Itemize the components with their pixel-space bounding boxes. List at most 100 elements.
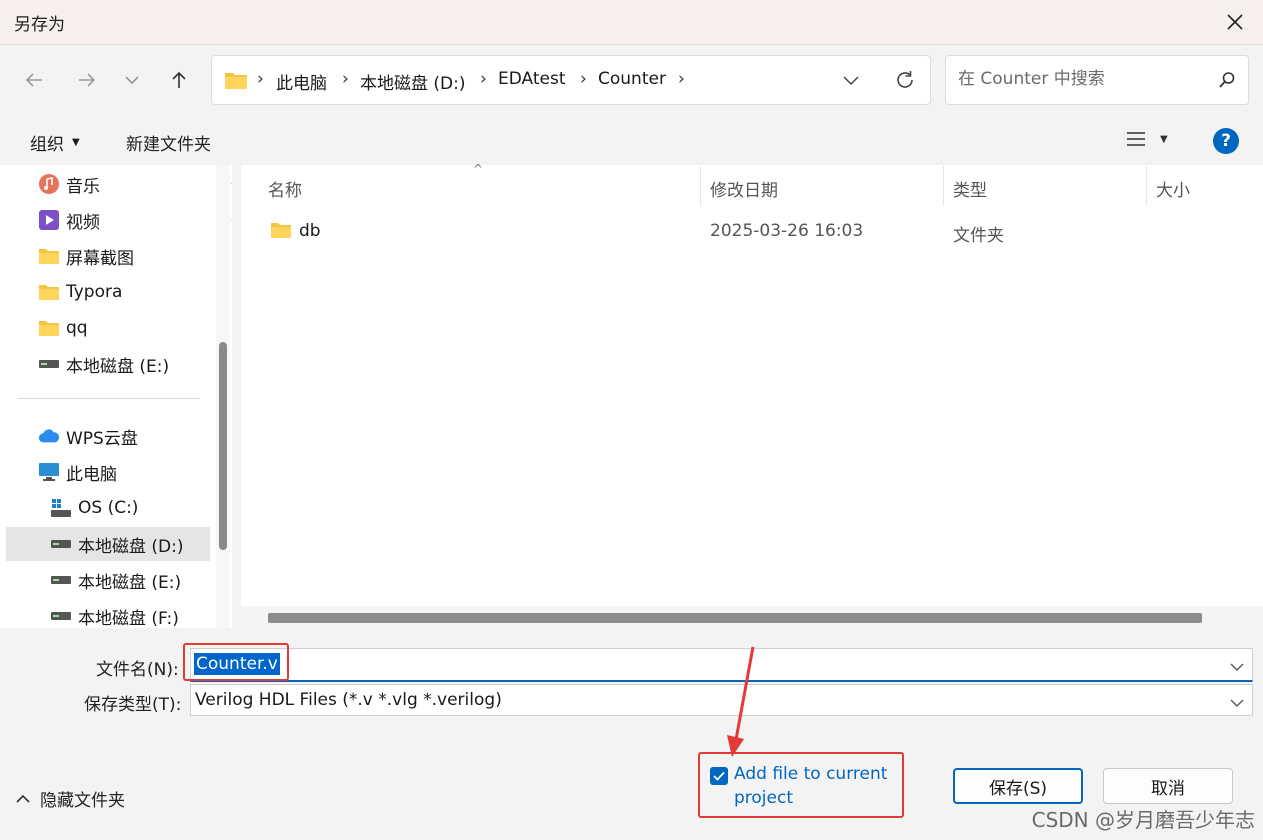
- sidebar-item-label: 本地磁盘 (E:): [66, 356, 170, 377]
- breadcrumb-item[interactable]: Counter: [598, 69, 666, 89]
- address-bar[interactable]: › 此电脑 › 本地磁盘 (D:) › EDAtest › Counter ›: [211, 55, 931, 105]
- up-button[interactable]: [161, 62, 197, 98]
- breadcrumb-separator: ›: [480, 69, 487, 89]
- caret-down-icon: ▼: [72, 137, 80, 148]
- help-icon: ?: [1221, 131, 1231, 151]
- title-bar: [0, 0, 1263, 45]
- view-options-button[interactable]: ▼: [1126, 130, 1168, 148]
- sidebar-item-this-pc[interactable]: 此电脑: [38, 455, 232, 489]
- navigation-pane: 音乐 视频 屏幕截图 Typora qq 本地磁盘 (E:) WPS云盘 此电脑…: [0, 165, 232, 628]
- search-box[interactable]: [945, 55, 1249, 105]
- sidebar-item-label: 音乐: [66, 176, 100, 197]
- column-header-name[interactable]: 名称: [268, 176, 302, 201]
- sidebar-item-label: 视频: [66, 212, 100, 233]
- drive-icon: [38, 353, 60, 375]
- arrow-right-icon: [79, 73, 96, 87]
- arrow-up-icon: [172, 71, 186, 88]
- breadcrumb-separator: ›: [580, 69, 587, 89]
- new-folder-button[interactable]: 新建文件夹: [126, 130, 211, 155]
- column-header-size[interactable]: 大小: [1156, 176, 1190, 201]
- sidebar-item-label: WPS云盘: [66, 428, 138, 449]
- sidebar-item-label: 本地磁盘 (F:): [78, 608, 179, 629]
- column-divider: [700, 166, 701, 206]
- folder-icon: [38, 281, 60, 303]
- refresh-icon[interactable]: [894, 69, 916, 95]
- filename-label: 文件名(N):: [96, 660, 179, 680]
- file-modified-cell: 2025-03-26 16:03: [710, 221, 864, 241]
- sidebar-item-drive-f[interactable]: 本地磁盘 (F:): [50, 599, 232, 628]
- forward-button[interactable]: [69, 62, 105, 98]
- arrow-left-icon: [25, 73, 42, 87]
- sort-ascending-icon: ^: [473, 162, 484, 176]
- sidebar-item-label: qq: [66, 318, 88, 338]
- close-button[interactable]: [1221, 8, 1249, 36]
- column-divider: [943, 166, 944, 206]
- sidebar-item-music[interactable]: 音乐: [38, 167, 232, 201]
- sidebar-item-label: 本地磁盘 (D:): [78, 536, 184, 557]
- filetype-value: Verilog HDL Files (*.v *.vlg *.verilog): [195, 690, 502, 710]
- list-view-icon: [1127, 132, 1145, 146]
- breadcrumb-item[interactable]: 本地磁盘 (D:): [360, 69, 466, 94]
- sidebar-item-label: OS (C:): [78, 498, 139, 518]
- sidebar-item-label: 屏幕截图: [66, 248, 134, 269]
- column-header-modified[interactable]: 修改日期: [710, 176, 778, 201]
- sidebar-item-label: Typora: [66, 282, 123, 302]
- file-type-cell: 文件夹: [953, 226, 1004, 246]
- breadcrumb-item[interactable]: 此电脑: [276, 69, 327, 94]
- search-input[interactable]: [956, 68, 1210, 90]
- recent-locations-button[interactable]: [114, 62, 150, 98]
- sidebar-item-screenshots[interactable]: 屏幕截图: [38, 239, 232, 273]
- sidebar-item-drive-c[interactable]: OS (C:): [50, 491, 232, 525]
- file-name-cell[interactable]: db: [299, 221, 321, 241]
- pin-icon: [230, 211, 232, 231]
- watermark: CSDN @岁月磨吾少年志: [1031, 808, 1255, 832]
- sidebar-item-videos[interactable]: 视频: [38, 203, 232, 237]
- chevron-down-icon: [125, 76, 139, 85]
- chevron-up-icon: [16, 794, 30, 803]
- breadcrumb-item[interactable]: EDAtest: [498, 69, 566, 89]
- sidebar-item-wps-cloud[interactable]: WPS云盘: [38, 419, 232, 453]
- sidebar-divider: [18, 398, 200, 399]
- sidebar-item-drive-e[interactable]: 本地磁盘 (E:): [50, 563, 232, 597]
- save-button[interactable]: 保存(S): [953, 768, 1083, 804]
- chevron-down-icon: [1230, 693, 1244, 712]
- organize-button[interactable]: 组织 ▼: [30, 130, 80, 155]
- sidebar-item-label: 本地磁盘 (E:): [78, 572, 182, 593]
- sidebar-item-drive-d[interactable]: 本地磁盘 (D:): [6, 527, 210, 561]
- sidebar-item-typora[interactable]: Typora: [38, 275, 232, 309]
- caret-down-icon: ▼: [1160, 133, 1168, 145]
- help-button[interactable]: ?: [1213, 128, 1239, 154]
- folder-icon: [38, 245, 60, 267]
- hide-folders-label: 隐藏文件夹: [40, 791, 125, 811]
- drive-icon: [50, 533, 72, 555]
- annotation-box-checkbox: [698, 752, 904, 818]
- search-icon: [1218, 71, 1236, 93]
- video-icon: [38, 209, 60, 231]
- column-header-type[interactable]: 类型: [953, 176, 987, 201]
- sidebar-scrollbar-thumb[interactable]: [219, 342, 227, 550]
- annotation-box-filename: [183, 643, 289, 681]
- chevron-down-icon[interactable]: [842, 73, 860, 92]
- drive-icon: [50, 569, 72, 591]
- close-icon: [1227, 14, 1243, 30]
- annotation-arrow: [727, 646, 755, 757]
- folder-icon: [224, 70, 248, 94]
- pin-icon: [230, 175, 232, 195]
- music-icon: [38, 173, 60, 195]
- chevron-down-icon[interactable]: [1230, 657, 1244, 676]
- cancel-button[interactable]: 取消: [1103, 768, 1233, 804]
- windows-drive-icon: [50, 497, 72, 519]
- back-button[interactable]: [16, 62, 52, 98]
- computer-icon: [38, 461, 60, 483]
- hide-folders-button[interactable]: 隐藏文件夹: [16, 786, 125, 811]
- sidebar-item-drive-e-quick[interactable]: 本地磁盘 (E:): [38, 347, 232, 381]
- sidebar-item-qq[interactable]: qq: [38, 311, 232, 345]
- breadcrumb-separator: ›: [678, 69, 685, 89]
- breadcrumb-separator: ›: [257, 69, 264, 89]
- folder-icon: [38, 317, 60, 339]
- cloud-icon: [38, 425, 60, 447]
- filetype-label: 保存类型(T):: [84, 695, 182, 715]
- horizontal-scrollbar-thumb[interactable]: [268, 613, 1202, 623]
- column-divider: [1146, 166, 1147, 206]
- drive-icon: [50, 605, 72, 627]
